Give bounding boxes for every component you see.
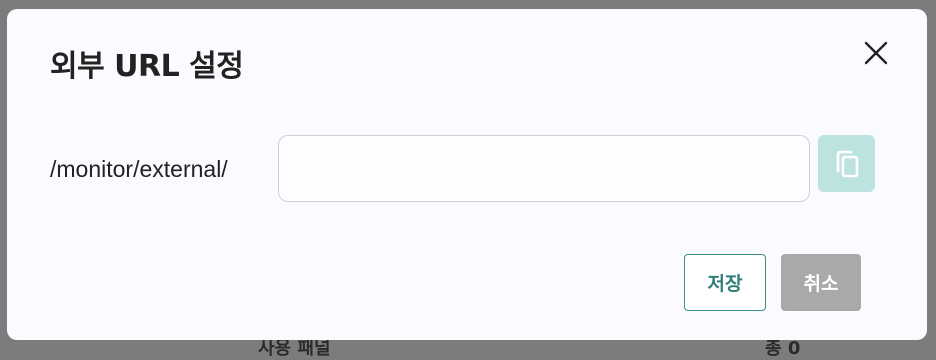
modal-title: 외부 URL 설정 [50, 49, 244, 84]
save-button[interactable]: 저장 [684, 254, 766, 311]
copy-button[interactable] [818, 135, 875, 192]
close-button[interactable] [860, 37, 892, 69]
external-url-modal: 외부 URL 설정 /monitor/external/ 저장 취소 [7, 9, 927, 340]
copy-icon [836, 150, 858, 177]
external-url-input[interactable] [278, 135, 810, 202]
close-icon [864, 41, 888, 65]
cancel-button[interactable]: 취소 [781, 254, 861, 311]
url-prefix-label: /monitor/external/ [50, 156, 228, 182]
